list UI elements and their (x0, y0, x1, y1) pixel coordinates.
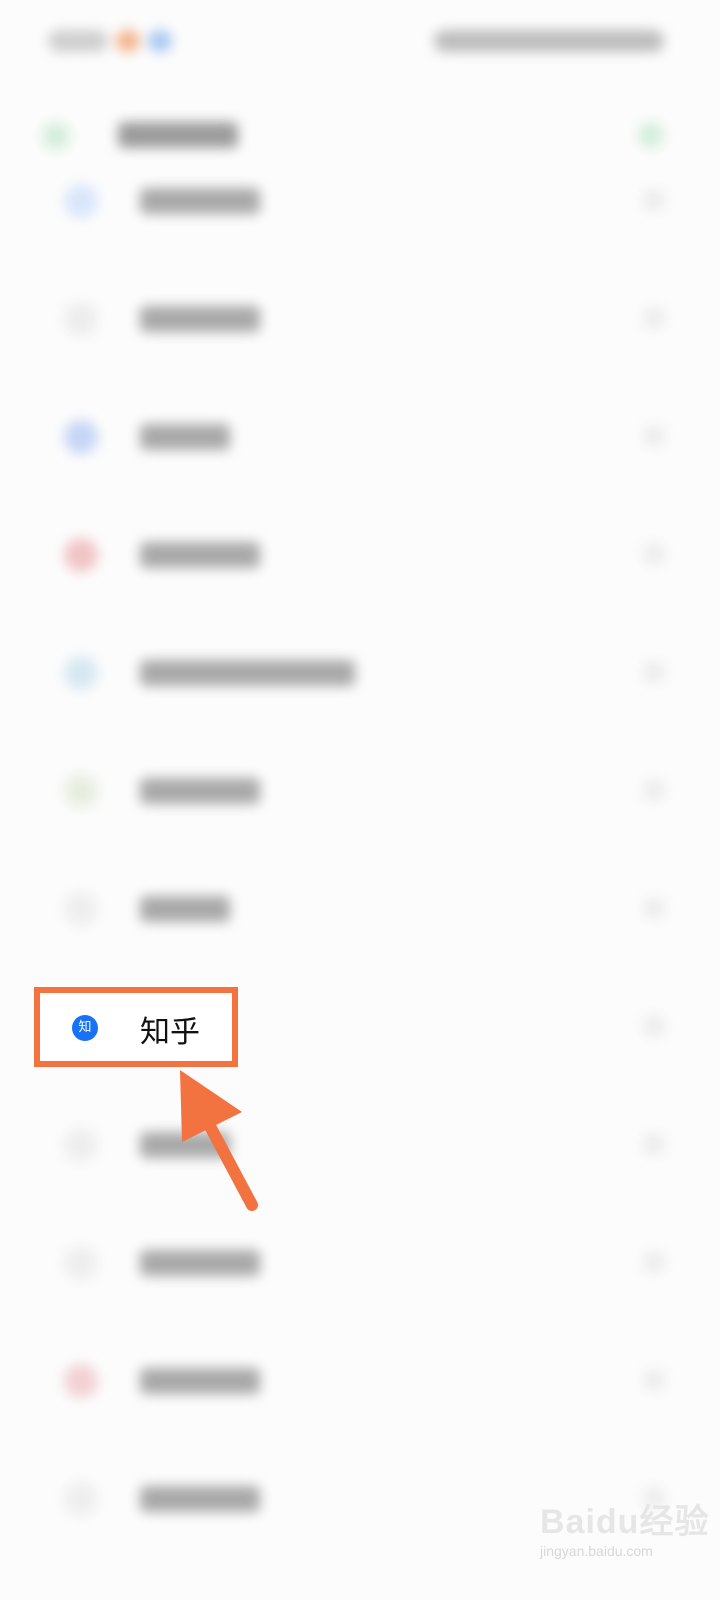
chevron-right-icon (644, 1016, 664, 1036)
arrow-icon (180, 1070, 258, 1211)
chevron-right-icon (644, 1134, 664, 1154)
group-toggle-icon[interactable] (638, 122, 664, 148)
zhihu-app-label: 知乎 (140, 1015, 200, 1050)
chevron-right-icon (644, 1370, 664, 1390)
app-list-item[interactable] (0, 738, 720, 856)
chevron-right-icon (644, 544, 664, 564)
chevron-right-icon (644, 426, 664, 446)
baidu-watermark: Baidu经验 jingyan.baidu.com (540, 1494, 710, 1559)
app-label (140, 188, 260, 214)
app-icon (64, 656, 98, 690)
app-list-item[interactable] (0, 1328, 720, 1446)
app-notification-icon (148, 30, 172, 52)
app-list-item[interactable] (0, 620, 720, 738)
app-label (140, 424, 230, 450)
app-list-item[interactable] (0, 1210, 720, 1328)
chevron-right-icon (644, 190, 664, 210)
group-title (118, 122, 238, 148)
app-icon (64, 302, 98, 336)
app-list-item[interactable] (0, 384, 720, 502)
app-icon (64, 1128, 98, 1162)
group-icon (42, 122, 70, 150)
app-label (140, 306, 260, 332)
zhihu-app-item[interactable]: 知 知乎 (34, 987, 238, 1067)
app-icon (64, 184, 98, 218)
app-label (140, 1486, 260, 1512)
chevron-right-icon (644, 780, 664, 800)
status-bar (0, 0, 720, 90)
app-icon (64, 420, 98, 454)
app-list-item[interactable] (0, 1092, 720, 1210)
chevron-right-icon (644, 308, 664, 328)
chevron-right-icon (644, 898, 664, 918)
chevron-right-icon (644, 1252, 664, 1272)
app-icon (64, 1364, 98, 1398)
app-icon (64, 892, 98, 926)
app-icon (64, 774, 98, 808)
app-list-item[interactable] (0, 148, 720, 266)
app-list-item[interactable] (0, 856, 720, 974)
app-icon (64, 1246, 98, 1280)
status-icons (48, 30, 172, 52)
app-label (140, 778, 260, 804)
chevron-right-icon (644, 662, 664, 682)
app-icon (64, 1482, 98, 1516)
watermark-url: jingyan.baidu.com (540, 1543, 653, 1559)
app-label (140, 542, 260, 568)
watermark-logo: Baidu经验 (540, 1503, 710, 1541)
app-label (140, 1368, 260, 1394)
app-label (140, 1250, 260, 1276)
app-label (140, 660, 355, 686)
zhihu-icon: 知 (72, 1015, 98, 1041)
app-icon (64, 538, 98, 572)
notification-icon (116, 30, 140, 52)
app-label (140, 896, 230, 922)
app-list-item[interactable] (0, 266, 720, 384)
system-status-icons (434, 30, 664, 52)
app-list-item[interactable] (0, 502, 720, 620)
carrier-icon (48, 30, 108, 52)
